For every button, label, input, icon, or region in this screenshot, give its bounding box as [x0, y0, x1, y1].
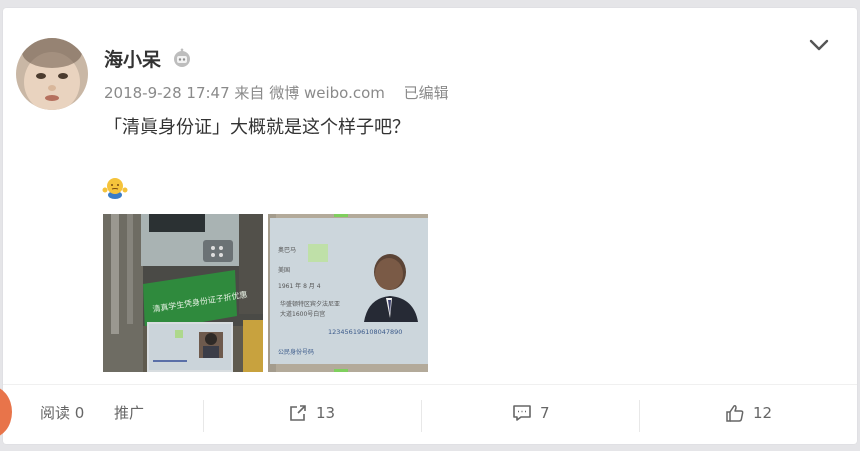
like-button[interactable]: 12 [725, 404, 772, 422]
avatar[interactable] [16, 38, 88, 110]
repost-button[interactable]: 13 [288, 404, 335, 422]
comment-icon [513, 405, 531, 421]
card-ethnicity: 美国 [278, 266, 290, 274]
comment-count: 7 [540, 404, 550, 422]
shrug-emoji-icon [102, 178, 128, 199]
post-time[interactable]: 2018-9-28 17:47 [104, 84, 230, 102]
post-text: 「清眞身份证」大概就是这个样子吧？ [104, 117, 410, 138]
divider [639, 400, 640, 432]
post-source[interactable]: 微博 weibo.com [269, 84, 385, 102]
thumbs-up-icon [726, 405, 744, 422]
read-count: 阅读 0 [40, 402, 84, 423]
card-addr1: 华盛顿特区宾夕法尼亚 [280, 300, 340, 308]
card-name: 奥巴马 [278, 246, 296, 254]
post-image-1[interactable]: 清真学生凭身份证子折优惠 [103, 214, 263, 372]
promote-link[interactable]: 推广 [114, 402, 144, 423]
repost-count: 13 [316, 404, 336, 422]
share-icon [290, 405, 306, 421]
comment-button[interactable]: 7 [512, 404, 550, 422]
card-idno: 123456196108047890 [328, 328, 402, 336]
post-meta: 2018-9-28 17:47 来自 微博 weibo.com 已编辑 [104, 82, 449, 103]
card-addr2: 大道1600号白宫 [280, 310, 325, 318]
author-name[interactable]: 海小呆 [104, 45, 161, 72]
divider [421, 400, 422, 432]
divider [203, 400, 204, 432]
post-image-2[interactable]: 奥巴马 美国 1961 年 8 月 4 华盛顿特区宾夕法尼亚 大道1600号白宫… [268, 214, 428, 372]
card-birth: 1961 年 8 月 4 [278, 282, 321, 290]
robot-badge-icon [174, 48, 190, 67]
card-footer: 公民身份号码 [278, 348, 314, 356]
read-value: 0 [74, 404, 85, 422]
chevron-down-icon[interactable] [808, 37, 830, 53]
like-count: 12 [753, 404, 773, 422]
read-label: 阅读 [40, 404, 71, 422]
edited-label[interactable]: 已编辑 [404, 84, 449, 102]
source-prefix: 来自 [234, 84, 265, 102]
